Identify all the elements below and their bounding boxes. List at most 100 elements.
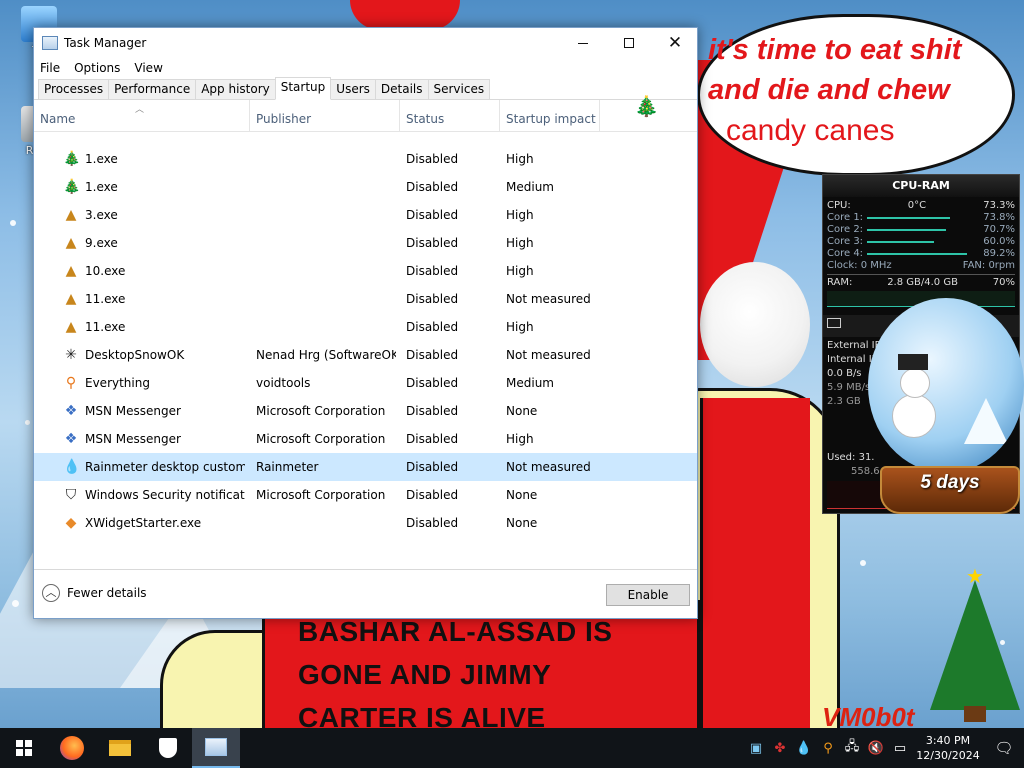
close-button[interactable]: ✕ [652,28,698,58]
network-icon[interactable]: 🖧 [840,737,864,759]
christmas-tree [930,580,1020,710]
menu-file[interactable]: File [40,61,60,75]
top-hat [898,354,928,370]
task-manager-icon [42,36,58,50]
row-status: Disabled [406,208,459,222]
row-status: Disabled [406,348,459,362]
table-row[interactable]: ✳ DesktopSnowOK Nenad Hrg (SoftwareOK... Di… [34,341,697,369]
signature: VM0b0t [822,702,915,728]
table-row[interactable]: ⚲ Everything voidtools Disabled Medium [34,369,697,397]
row-status: Disabled [406,376,459,390]
menu-options[interactable]: Options [74,61,120,75]
tab-processes[interactable]: Processes [38,79,110,99]
table-row[interactable]: ▲ 11.exe Disabled High [34,313,697,341]
ram-label: RAM: [827,277,853,288]
row-startup-impact: Medium [506,376,554,390]
table-row[interactable]: 🎄 1.exe Disabled Medium [34,173,697,201]
volume-muted-icon[interactable]: 🔇 [864,741,888,756]
tab-strip: Processes Performance App history Startu… [34,77,697,100]
row-name: 11.exe [85,292,126,306]
tab-startup[interactable]: Startup [274,77,332,100]
core-row: Core 4: 89.2% [823,248,1019,260]
table-row[interactable]: ⛉ Windows Security notificati... Microsoft… [34,481,697,509]
taskbar-windows-security[interactable] [144,728,192,768]
table-row[interactable]: ▲ 9.exe Disabled High [34,229,697,257]
column-status[interactable]: Status [400,100,500,132]
tab-details[interactable]: Details [374,79,429,99]
tab-users[interactable]: Users [330,79,376,99]
table-row[interactable]: 💧 Rainmeter desktop customiz... Rainmeter D… [34,453,697,481]
msn-tray-icon[interactable]: ✤ [768,741,792,756]
table-row[interactable]: 🎄 1.exe Disabled High [34,145,697,173]
footer: ︿ Fewer details Enable [34,569,697,618]
row-startup-impact: Not measured [506,348,591,362]
santa-hat-pompom [700,262,810,387]
maximize-icon [624,38,634,48]
column-name[interactable]: Name [34,100,250,132]
row-name: Rainmeter desktop customiz... [85,460,245,474]
raindrop-icon: 💧 [63,459,81,475]
minimize-icon [578,42,588,44]
cpu-temp: 0°C [907,200,927,211]
shirt-text-line: CARTER IS ALIVE [298,702,546,728]
small-tree-icon: 🎄 [634,94,659,118]
core-bar-track [867,224,979,236]
row-status: Disabled [406,404,459,418]
tab-app-history[interactable]: App history [195,79,276,99]
table-row[interactable]: ▲ 10.exe Disabled High [34,257,697,285]
core-label: Core 4: [827,248,864,259]
row-startup-impact: None [506,516,538,530]
menu-view[interactable]: View [134,61,162,75]
minimize-button[interactable] [560,28,606,58]
core-bar [867,217,950,219]
core-bar-track [867,212,979,224]
column-headers: ︿ Name Publisher Status Startup impact [34,100,697,132]
table-row[interactable]: ❖ MSN Messenger Microsoft Corporation Disab… [34,425,697,453]
tree-icon: 🎄 [63,151,81,167]
row-startup-impact: High [506,236,534,250]
speech-bubble-line: candy canes [726,114,895,147]
row-status: Disabled [406,488,459,502]
title-bar[interactable]: Task Manager ✕ [34,28,697,58]
row-status: Disabled [406,264,459,278]
shirt-text: BASHAR AL-ASSAD IS GONE AND JIMMY CARTER… [298,610,638,728]
row-name: 3.exe [85,208,118,222]
table-row[interactable]: ▲ 3.exe Disabled High [34,201,697,229]
column-startup-impact[interactable]: Startup impact [500,100,600,132]
taskbar-task-manager[interactable] [192,728,240,768]
column-publisher[interactable]: Publisher [250,100,400,132]
row-status: Disabled [406,292,459,306]
row-publisher: Nenad Hrg (SoftwareOK... [256,348,396,362]
row-startup-impact: Medium [506,180,554,194]
table-row[interactable]: ❖ MSN Messenger Microsoft Corporation Disab… [34,397,697,425]
table-row[interactable]: ◆ XWidgetStarter.exe Disabled None [34,509,697,537]
task-manager-icon [205,738,227,756]
taskbar-firefox[interactable] [48,728,96,768]
magnifier-icon[interactable]: ⚲ [816,741,840,756]
taskbar-file-explorer[interactable] [96,728,144,768]
row-status: Disabled [406,432,459,446]
clock[interactable]: 3:40 PM 12/30/2024 [912,733,984,763]
window-title: Task Manager [64,36,147,50]
clock-date: 12/30/2024 [916,749,980,762]
table-row[interactable]: ▲ 11.exe Disabled Not measured [34,285,697,313]
speech-bubble-line: it's time to eat shit [708,34,962,66]
snow-globe [868,298,1024,473]
core-row: Core 3: 60.0% [823,236,1019,248]
raindrop-icon[interactable]: 💧 [792,741,816,756]
snowflake [860,560,866,566]
file-explorer-icon [109,740,131,756]
maximize-button[interactable] [606,28,652,58]
small-tree-icon: ▲ [65,207,77,223]
fewer-details-button[interactable]: ︿ Fewer details [42,584,147,602]
notifications-icon[interactable]: 🗨 [984,739,1024,757]
tab-services[interactable]: Services [427,79,491,99]
gadget-tray-icon[interactable]: ▣ [744,741,768,756]
row-publisher: Microsoft Corporation [256,488,386,502]
tab-performance[interactable]: Performance [108,79,197,99]
keyboard-icon[interactable]: ▭ [888,741,912,756]
task-manager-window[interactable]: Task Manager ✕ File Options View Process… [33,27,698,619]
snowflake-icon: ✳ [65,347,77,363]
start-button[interactable] [0,728,48,768]
enable-button[interactable]: Enable [606,584,690,606]
